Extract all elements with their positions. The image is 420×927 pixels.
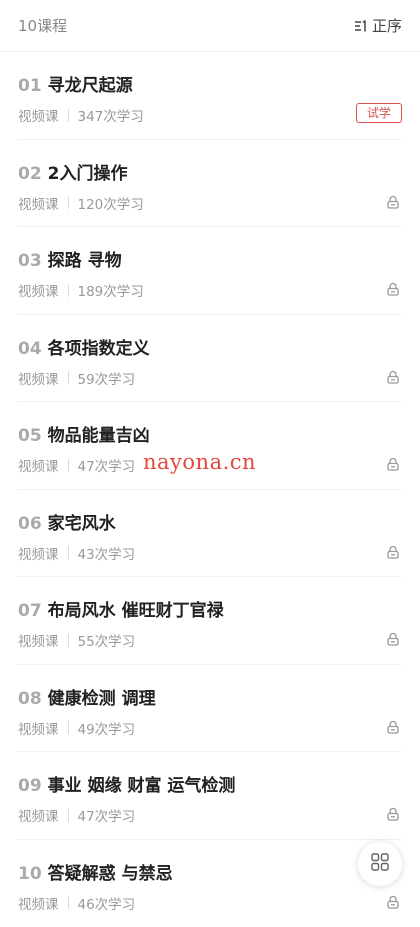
lesson-title: 寻龙尺起源 — [47, 76, 133, 96]
meta-divider — [67, 546, 69, 559]
grid-menu-button[interactable] — [358, 842, 402, 886]
trial-badge[interactable]: 试学 — [355, 103, 402, 123]
lesson-type: 视频课 — [18, 634, 59, 650]
lesson-views: 59次学习 — [77, 371, 136, 388]
lesson-item[interactable]: 05 物品能量吉凶视频课 47次学习 — [18, 402, 402, 490]
lesson-item[interactable]: 03 探路 寻物视频课 189次学习 — [18, 227, 402, 315]
lock-icon — [386, 544, 400, 559]
lesson-item[interactable]: 04 各项指数定义视频课 59次学习 — [18, 315, 402, 402]
lesson-title: 健康检测 调理 — [47, 688, 156, 709]
lesson-number: 03 — [18, 251, 42, 271]
meta-divider — [67, 896, 69, 909]
grid-menu-icon — [370, 852, 390, 876]
lesson-number: 08 — [18, 688, 42, 709]
lesson-title-row: 04 各项指数定义 — [18, 334, 150, 359]
lesson-title-row: 10 答疑解惑 与禁忌 — [18, 859, 173, 884]
lesson-meta: 视频课 46次学习 — [18, 893, 135, 913]
watermark: nayona.cn — [143, 450, 257, 474]
meta-divider — [67, 283, 69, 297]
lesson-title: 探路 寻物 — [47, 251, 122, 271]
lesson-item[interactable]: 09 事业 姻缘 财富 运气检测视频课 47次学习 — [18, 752, 402, 840]
lesson-title: 各项指数定义 — [47, 338, 150, 359]
lesson-number: 06 — [18, 513, 42, 534]
lesson-item[interactable]: 06 家宅风水视频课 43次学习 — [18, 490, 402, 577]
lesson-meta: 视频课 47次学习 — [18, 805, 135, 825]
lesson-list: 01 寻龙尺起源 视频课 347次学习 试学 02 2入门操作 视频课 120次学习 03 探路 寻… — [0, 52, 420, 927]
lesson-type: 视频课 — [18, 196, 59, 213]
lesson-type: 视频课 — [18, 459, 59, 475]
lesson-type: 视频课 — [18, 284, 59, 300]
lock-icon — [386, 806, 400, 821]
meta-divider — [67, 196, 69, 209]
lesson-type: 视频课 — [18, 371, 59, 388]
lesson-title-row: 01 寻龙尺起源 — [18, 71, 133, 96]
lesson-title-row: 05 物品能量吉凶 — [18, 421, 150, 446]
meta-divider — [67, 721, 69, 734]
lock-icon — [386, 719, 400, 734]
lesson-number: 10 — [18, 863, 42, 884]
sort-order-button[interactable]: 正序 — [354, 15, 402, 36]
lesson-meta: 视频课 49次学习 — [18, 718, 135, 738]
lesson-number: 05 — [18, 426, 42, 446]
lesson-number: 07 — [18, 601, 42, 621]
lesson-type: 视频课 — [18, 546, 59, 563]
lesson-title-row: 02 2入门操作 — [18, 159, 128, 184]
lesson-number: 04 — [18, 338, 42, 359]
lesson-meta: 视频课 120次学习 — [18, 193, 144, 213]
lesson-title: 物品能量吉凶 — [47, 426, 150, 446]
meta-divider — [67, 371, 69, 384]
lesson-meta: 视频课 55次学习 — [18, 630, 135, 650]
lesson-title-row: 03 探路 寻物 — [18, 246, 122, 271]
lesson-meta: 视频课 59次学习 — [18, 368, 135, 388]
meta-divider — [67, 108, 69, 122]
lock-icon — [386, 456, 400, 471]
lock-icon — [386, 194, 400, 209]
lesson-views: 47次学习 — [77, 459, 136, 475]
lesson-item[interactable]: 08 健康检测 调理视频课 49次学习 — [18, 665, 402, 752]
lock-icon — [386, 281, 400, 296]
lesson-item[interactable]: 07 布局风水 催旺财丁官禄视频课 55次学习 — [18, 577, 402, 665]
lesson-title-row: 07 布局风水 催旺财丁官禄 — [18, 596, 224, 621]
list-header: 10课程 正序 — [0, 0, 420, 52]
lesson-item[interactable]: 01 寻龙尺起源视频课 347次学习 试学 — [18, 52, 402, 140]
lock-icon — [386, 631, 400, 646]
lesson-views: 120次学习 — [77, 196, 144, 213]
lesson-views: 189次学习 — [77, 284, 144, 300]
meta-divider — [67, 458, 69, 472]
lesson-views: 46次学习 — [77, 896, 136, 913]
lesson-title: 布局风水 催旺财丁官禄 — [47, 601, 224, 621]
meta-divider — [67, 808, 69, 822]
lesson-meta: 视频课 189次学习 — [18, 280, 144, 300]
lesson-number: 01 — [18, 76, 42, 96]
lesson-views: 43次学习 — [77, 546, 136, 563]
lesson-title: 事业 姻缘 财富 运气检测 — [47, 776, 236, 796]
course-count: 10课程 — [18, 17, 68, 35]
meta-divider — [67, 633, 69, 647]
lesson-meta: 视频课 347次学习 — [18, 105, 144, 125]
sort-order-label: 正序 — [371, 17, 402, 35]
lesson-item[interactable]: 02 2入门操作视频课 120次学习 — [18, 140, 402, 227]
lesson-views: 47次学习 — [77, 809, 136, 825]
lesson-title: 答疑解惑 与禁忌 — [47, 863, 173, 884]
lesson-type: 视频课 — [18, 721, 59, 738]
lesson-meta: 视频课 47次学习 — [18, 455, 135, 475]
lesson-meta: 视频课 43次学习 — [18, 543, 135, 563]
lesson-title: 家宅风水 — [47, 513, 116, 534]
lesson-views: 347次学习 — [77, 109, 144, 125]
lock-icon — [386, 894, 400, 909]
lesson-views: 49次学习 — [77, 721, 136, 738]
lesson-item[interactable]: 10 答疑解惑 与禁忌视频课 46次学习 — [18, 840, 402, 927]
lesson-number: 02 — [18, 163, 42, 184]
lesson-title: 2入门操作 — [47, 163, 128, 184]
sort-order-icon — [354, 19, 368, 33]
lesson-title-row: 06 家宅风水 — [18, 509, 116, 534]
lock-icon — [386, 369, 400, 384]
lesson-number: 09 — [18, 776, 42, 796]
lesson-type: 视频课 — [18, 809, 59, 825]
lesson-views: 55次学习 — [77, 634, 136, 650]
lesson-title-row: 09 事业 姻缘 财富 运气检测 — [18, 771, 235, 796]
lesson-title-row: 08 健康检测 调理 — [18, 684, 156, 709]
lesson-type: 视频课 — [18, 896, 59, 913]
lesson-type: 视频课 — [18, 109, 59, 125]
